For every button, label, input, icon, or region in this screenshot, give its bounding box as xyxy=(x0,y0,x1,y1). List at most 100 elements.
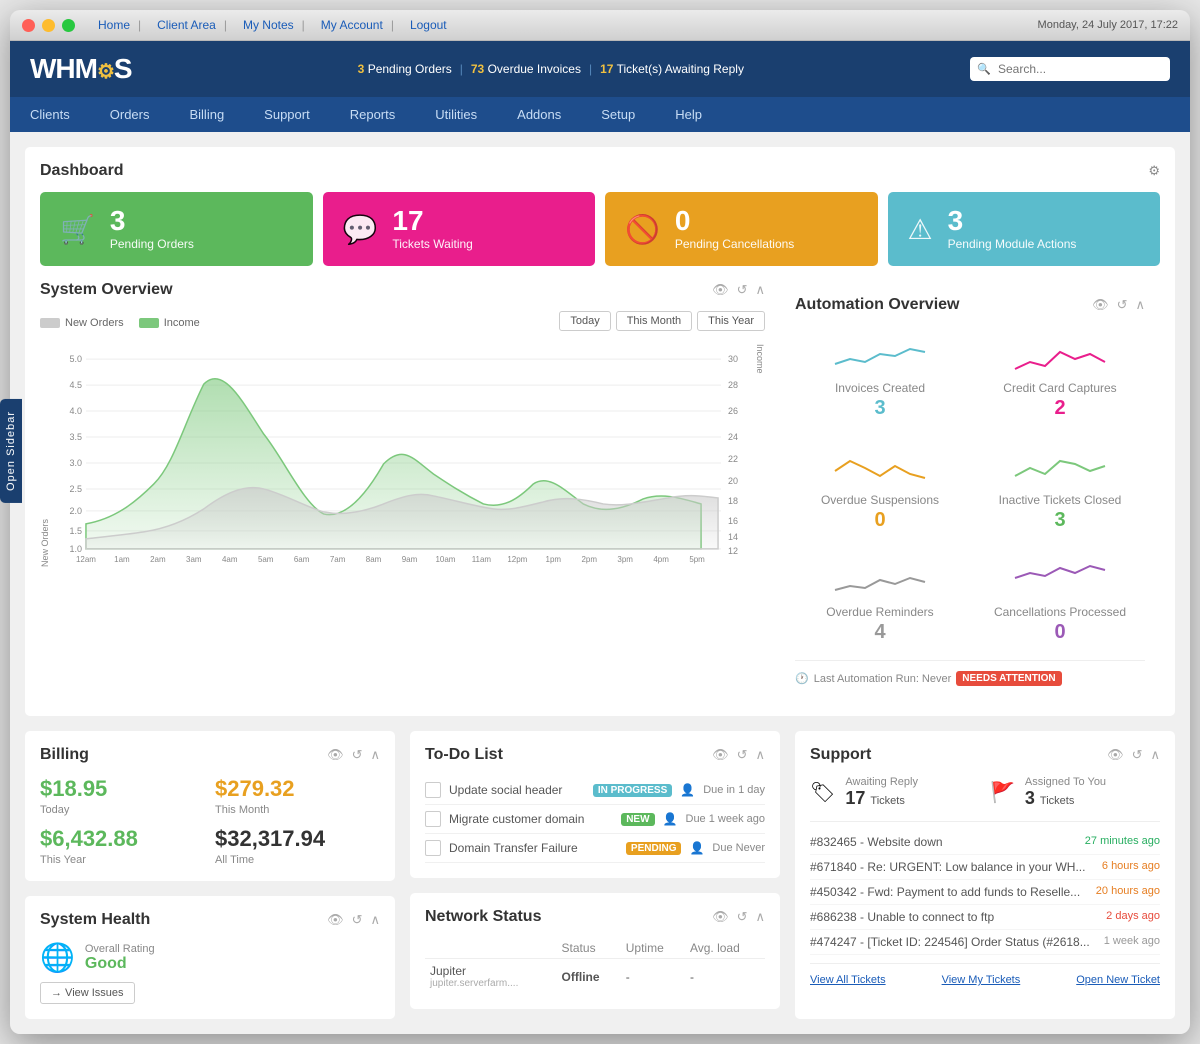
nav-my-notes[interactable]: My Notes xyxy=(235,18,313,32)
health-collapse-icon[interactable]: ∧ xyxy=(370,912,380,928)
open-new-ticket-link[interactable]: Open New Ticket xyxy=(1076,974,1160,986)
todo-checkbox-2[interactable] xyxy=(425,840,441,856)
awaiting-reply-stat: 🏷 Awaiting Reply 17 Tickets xyxy=(810,776,980,809)
ticket-4: #474247 - [Ticket ID: 224546] Order Stat… xyxy=(810,930,1160,955)
chart-month-btn[interactable]: This Month xyxy=(616,311,692,331)
chart-controls: Today This Month This Year xyxy=(559,311,765,331)
network-status-panel: Network Status 👁 ↺ ∧ Status Upti xyxy=(410,893,780,1009)
billing-refresh-icon[interactable]: ↺ xyxy=(352,747,363,763)
maximize-button[interactable] xyxy=(62,19,75,32)
network-row-0: Jupiter jupiter.serverfarm.... Offline -… xyxy=(425,959,765,995)
nav-client-area[interactable]: Client Area xyxy=(149,18,235,32)
svg-text:3am: 3am xyxy=(186,555,202,564)
nav-support[interactable]: Support xyxy=(244,97,330,132)
app-header: WHM⚙S 3 Pending Orders | 73 Overdue Invo… xyxy=(10,41,1190,97)
todo-item-1: Migrate customer domain NEW 👤 Due 1 week… xyxy=(425,805,765,834)
auto-cancellations: Cancellations Processed 0 xyxy=(975,550,1145,652)
tickets-waiting-label: Tickets Waiting xyxy=(392,237,472,251)
todo-collapse-icon[interactable]: ∧ xyxy=(755,747,765,763)
nav-logout[interactable]: Logout xyxy=(402,18,455,32)
ticket-2: #450342 - Fwd: Payment to add funds to R… xyxy=(810,880,1160,905)
main-nav: Clients Orders Billing Support Reports U… xyxy=(10,97,1190,132)
eye-icon[interactable]: 👁 xyxy=(712,282,729,298)
support-collapse-icon[interactable]: ∧ xyxy=(1150,747,1160,763)
bottom-row: Billing 👁 ↺ ∧ $18.95 Today $ xyxy=(25,731,1175,1019)
svg-text:14: 14 xyxy=(728,532,738,542)
svg-text:1.0: 1.0 xyxy=(69,544,81,554)
pending-cancellations-card[interactable]: 🚫 0 Pending Cancellations xyxy=(605,192,878,266)
svg-text:2.0: 2.0 xyxy=(69,506,81,516)
automation-refresh-icon[interactable]: ↺ xyxy=(1117,297,1128,313)
minimize-button[interactable] xyxy=(42,19,55,32)
network-collapse-icon[interactable]: ∧ xyxy=(755,909,765,925)
chart-today-btn[interactable]: Today xyxy=(559,311,610,331)
billing-today: $18.95 Today xyxy=(40,776,205,816)
billing-title: Billing xyxy=(40,746,89,764)
nav-orders[interactable]: Orders xyxy=(90,97,170,132)
logo-text: WHM⚙S xyxy=(30,53,132,85)
collapse-icon[interactable]: ∧ xyxy=(755,282,765,298)
health-eye-icon[interactable]: 👁 xyxy=(327,912,344,928)
billing-eye-icon[interactable]: 👁 xyxy=(327,747,344,763)
network-col-status: Status xyxy=(557,938,621,959)
close-button[interactable] xyxy=(22,19,35,32)
nav-reports[interactable]: Reports xyxy=(330,97,416,132)
network-refresh-icon[interactable]: ↺ xyxy=(737,909,748,925)
dashboard-gear-icon[interactable]: ⚙ xyxy=(1148,163,1160,179)
todo-refresh-icon[interactable]: ↺ xyxy=(737,747,748,763)
pending-orders-card[interactable]: 🛒 3 Pending Orders xyxy=(40,192,313,266)
network-eye-icon[interactable]: 👁 xyxy=(712,909,729,925)
automation-eye-icon[interactable]: 👁 xyxy=(1092,297,1109,313)
todo-badge-2: PENDING xyxy=(626,842,682,855)
view-issues-button[interactable]: → View Issues xyxy=(40,982,135,1004)
todo-user-icon-0: 👤 xyxy=(680,783,695,797)
pending-module-card[interactable]: ⚠ 3 Pending Module Actions xyxy=(888,192,1161,266)
overdue-invoices-alert: 73 Overdue Invoices xyxy=(471,62,581,76)
view-all-tickets-link[interactable]: View All Tickets xyxy=(810,974,886,986)
refresh-icon[interactable]: ↺ xyxy=(737,282,748,298)
svg-text:1am: 1am xyxy=(114,555,130,564)
network-col-uptime: Uptime xyxy=(621,938,685,959)
automation-collapse-icon[interactable]: ∧ xyxy=(1135,297,1145,313)
middle-col: To-Do List 👁 ↺ ∧ Update social header IN… xyxy=(410,731,780,1019)
nav-home[interactable]: Home xyxy=(90,18,149,32)
svg-text:3.0: 3.0 xyxy=(69,458,81,468)
pending-orders-alert: 3 Pending Orders xyxy=(358,62,452,76)
network-col-name xyxy=(425,938,557,959)
tickets-waiting-card[interactable]: 💬 17 Tickets Waiting xyxy=(323,192,596,266)
view-my-tickets-link[interactable]: View My Tickets xyxy=(942,974,1021,986)
open-sidebar-tab[interactable]: Open Sidebar xyxy=(0,399,22,503)
network-title: Network Status xyxy=(425,908,541,926)
logo: WHM⚙S xyxy=(30,53,132,85)
system-health-title: System Health xyxy=(40,911,150,929)
nav-clients[interactable]: Clients xyxy=(10,97,90,132)
nav-setup[interactable]: Setup xyxy=(581,97,655,132)
warning-icon: ⚠ xyxy=(908,213,933,246)
support-refresh-icon[interactable]: ↺ xyxy=(1132,747,1143,763)
nav-my-account[interactable]: My Account xyxy=(313,18,402,32)
todo-eye-icon[interactable]: 👁 xyxy=(712,747,729,763)
billing-collapse-icon[interactable]: ∧ xyxy=(370,747,380,763)
nav-utilities[interactable]: Utilities xyxy=(415,97,497,132)
svg-text:16: 16 xyxy=(728,516,738,526)
billing-panel: Billing 👁 ↺ ∧ $18.95 Today $ xyxy=(25,731,395,881)
pending-orders-label: Pending Orders xyxy=(110,237,194,251)
chart-legend: New Orders Income xyxy=(40,317,200,329)
nav-addons[interactable]: Addons xyxy=(497,97,581,132)
automation-footer: 🕐 Last Automation Run: Never NEEDS ATTEN… xyxy=(795,671,1145,686)
nav-help[interactable]: Help xyxy=(655,97,722,132)
chart-year-btn[interactable]: This Year xyxy=(697,311,765,331)
todo-checkbox-1[interactable] xyxy=(425,811,441,827)
auto-cc-captures: Credit Card Captures 2 xyxy=(975,326,1145,428)
search-input[interactable] xyxy=(970,57,1170,81)
support-eye-icon[interactable]: 👁 xyxy=(1107,747,1124,763)
tickets-waiting-num: 17 xyxy=(392,207,472,235)
svg-text:20: 20 xyxy=(728,476,738,486)
overall-rating: 🌐 Overall Rating Good xyxy=(40,941,380,974)
main-chart: 5.0 4.5 4.0 3.5 3.0 2.5 2.0 1.5 1.0 30 xyxy=(54,344,753,564)
auto-overdue-suspensions: Overdue Suspensions 0 xyxy=(795,438,965,540)
todo-checkbox-0[interactable] xyxy=(425,782,441,798)
health-refresh-icon[interactable]: ↺ xyxy=(352,912,363,928)
pending-cancellations-num: 0 xyxy=(675,207,794,235)
nav-billing[interactable]: Billing xyxy=(169,97,244,132)
